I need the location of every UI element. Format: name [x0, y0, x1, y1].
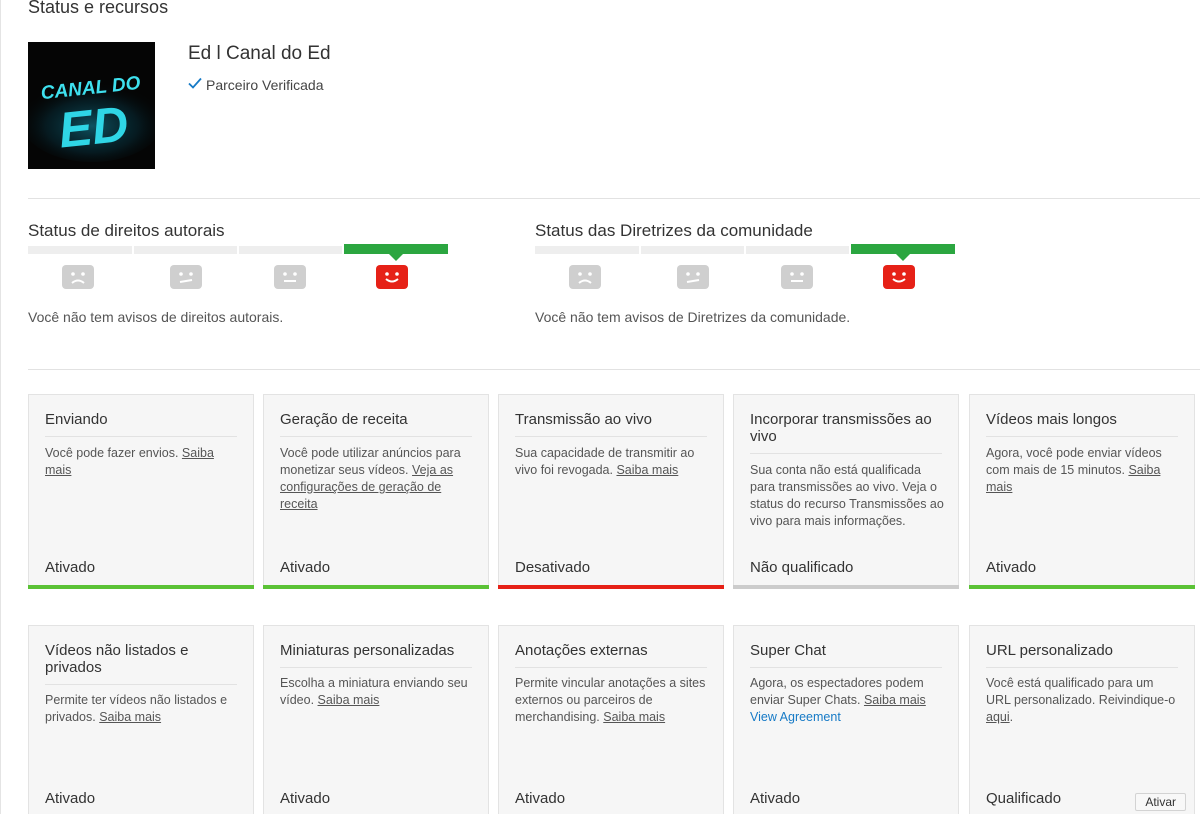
strike-bar — [28, 244, 448, 261]
learn-more-link[interactable]: Saiba mais — [318, 693, 380, 707]
activate-button[interactable]: Ativar — [1135, 793, 1186, 811]
card-status: Ativado — [45, 790, 96, 807]
status-indicator-ineligible — [733, 585, 959, 589]
card-title: Miniaturas personalizadas — [280, 642, 455, 659]
strike-segment — [28, 246, 132, 254]
card-divider — [515, 436, 707, 437]
card-description: Agora, você pode enviar vídeos com mais … — [986, 446, 1162, 494]
channel-name[interactable]: Ed l Canal do Ed — [188, 43, 331, 65]
card-description: Permite ter vídeos não listados e privad… — [45, 693, 228, 724]
card-description: Permite vincular anotações a sites exter… — [515, 676, 706, 724]
verified-badge: Parceiro Verificada — [188, 76, 324, 93]
card-title: URL personalizado — [986, 642, 1114, 659]
unhappy-face-icon — [170, 265, 202, 289]
card-title: Vídeos mais longos — [986, 411, 1117, 428]
copyright-status-note: Você não tem avisos de direitos autorais… — [28, 309, 284, 325]
feature-card-live-streaming: Transmissão ao vivo Sua capacidade de tr… — [498, 394, 724, 589]
feature-card-longer-videos: Vídeos mais longos Agora, você pode envi… — [969, 394, 1195, 589]
card-title: Vídeos não listados e privados — [45, 642, 189, 676]
card-divider — [45, 436, 237, 437]
feature-card-monetization: Geração de receita Você pode utilizar an… — [263, 394, 489, 589]
card-status: Ativado — [750, 790, 801, 807]
card-title: Transmissão ao vivo — [515, 411, 652, 428]
card-divider — [515, 667, 707, 668]
strike-segment — [239, 246, 342, 254]
strike-segment-current — [851, 244, 955, 261]
card-description: Agora, os espectadores podem enviar Supe… — [750, 676, 926, 726]
card-description: Você está qualificado para um URL person… — [986, 676, 1176, 724]
status-indicator-enabled — [263, 585, 489, 589]
channel-avatar[interactable]: CANAL DO ED — [28, 42, 155, 169]
status-indicator-disabled — [498, 585, 724, 589]
verified-label: Parceiro Verificada — [206, 76, 324, 93]
feature-card-custom-thumbnails: Miniaturas personalizadas Escolha a mini… — [263, 625, 489, 814]
strike-segment-current — [344, 244, 448, 261]
card-description: Você pode utilizar anúncios para monetiz… — [280, 446, 461, 511]
neutral-face-icon — [781, 265, 813, 289]
card-divider — [45, 684, 237, 685]
card-status: Ativado — [45, 559, 96, 576]
feature-card-external-annotations: Anotações externas Permite vincular anot… — [498, 625, 724, 814]
card-title: Geração de receita — [280, 411, 408, 428]
sad-face-icon — [569, 265, 601, 289]
card-status: Ativado — [280, 559, 331, 576]
happy-face-icon — [883, 265, 915, 289]
community-status-title: Status das Diretrizes da comunidade — [535, 221, 813, 240]
card-divider — [280, 436, 472, 437]
checkmark-icon — [188, 76, 202, 93]
card-divider — [750, 453, 942, 454]
avatar-text-bottom: ED — [56, 96, 131, 159]
learn-more-link[interactable]: Saiba mais — [99, 710, 161, 724]
feature-card-embed-live: Incorporar transmissões ao vivo Sua cont… — [733, 394, 959, 589]
card-title: Anotações externas — [515, 642, 648, 659]
sad-face-icon — [62, 265, 94, 289]
section-divider — [28, 369, 1200, 370]
learn-more-link[interactable]: Saiba mais — [864, 693, 926, 707]
copyright-status-title: Status de direitos autorais — [28, 221, 225, 240]
card-description: Você pode fazer envios. Saiba mais — [45, 446, 214, 477]
card-title: Incorporar transmissões ao vivo — [750, 411, 932, 445]
card-status: Ativado — [986, 559, 1037, 576]
strike-bar — [535, 244, 955, 261]
card-description: Sua capacidade de transmitir ao vivo foi… — [515, 446, 695, 477]
status-indicator-enabled — [28, 585, 254, 589]
happy-face-icon — [376, 265, 408, 289]
card-divider — [280, 667, 472, 668]
claim-url-link[interactable]: aqui — [986, 710, 1010, 724]
strike-segment — [535, 246, 639, 254]
card-title: Super Chat — [750, 642, 826, 659]
unhappy-face-icon — [677, 265, 709, 289]
feature-card-unlisted-private: Vídeos não listados e privados Permite t… — [28, 625, 254, 814]
card-status: Ativado — [280, 790, 331, 807]
card-description: Escolha a miniatura enviando seu vídeo. … — [280, 676, 468, 707]
section-divider — [28, 198, 1200, 199]
card-description: Sua conta não está qualificada para tran… — [750, 463, 944, 528]
strike-segment — [134, 246, 237, 254]
strike-segment — [641, 246, 744, 254]
card-status: Ativado — [515, 790, 566, 807]
card-status: Não qualificado — [750, 559, 854, 576]
feature-card-custom-url: URL personalizado Você está qualificado … — [969, 625, 1195, 814]
card-divider — [986, 436, 1178, 437]
page-title: Status e recursos — [28, 0, 169, 17]
community-status: Status das Diretrizes da comunidade Você… — [535, 221, 955, 325]
learn-more-link[interactable]: Saiba mais — [616, 463, 678, 477]
card-divider — [750, 667, 942, 668]
learn-more-link[interactable]: Saiba mais — [603, 710, 665, 724]
left-border — [0, 0, 1, 814]
feature-card-uploading: Enviando Você pode fazer envios. Saiba m… — [28, 394, 254, 589]
neutral-face-icon — [274, 265, 306, 289]
card-status: Desativado — [515, 559, 591, 576]
view-agreement-link[interactable]: View Agreement — [750, 709, 841, 726]
card-status: Qualificado — [986, 790, 1062, 807]
card-title: Enviando — [45, 411, 108, 428]
copyright-status: Status de direitos autorais Você não tem… — [28, 221, 448, 325]
community-status-note: Você não tem avisos de Diretrizes da com… — [535, 309, 851, 325]
strike-segment — [746, 246, 849, 254]
card-divider — [986, 667, 1178, 668]
feature-card-super-chat: Super Chat Agora, os espectadores podem … — [733, 625, 959, 814]
status-indicator-enabled — [969, 585, 1195, 589]
